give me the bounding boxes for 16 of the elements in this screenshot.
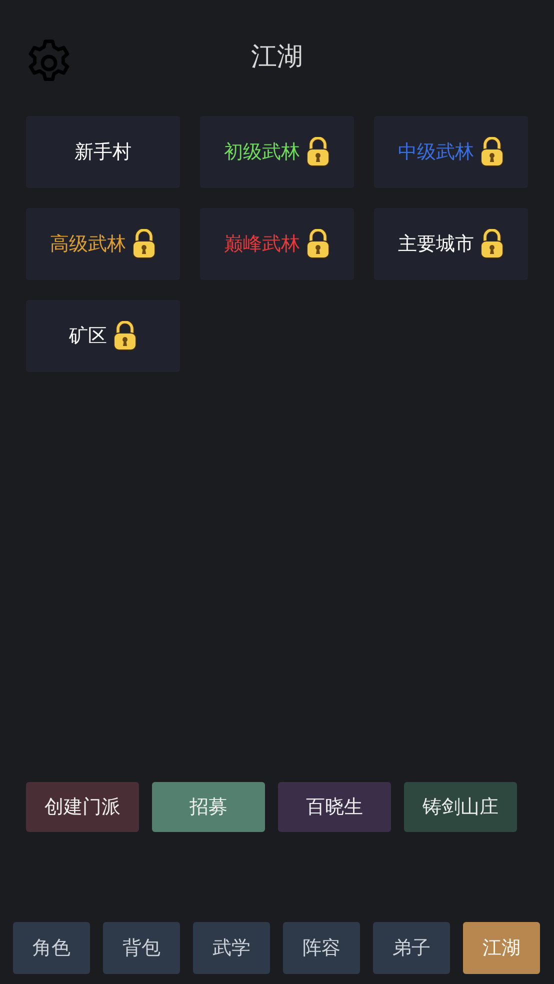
area-tile[interactable]: 初级武林 (200, 116, 354, 188)
action-button[interactable]: 铸剑山庄 (404, 782, 517, 832)
area-tile[interactable]: 矿区 (26, 300, 180, 372)
action-button[interactable]: 创建门派 (26, 782, 139, 832)
nav-tab[interactable]: 弟子 (373, 922, 450, 974)
area-tile[interactable]: 主要城市 (374, 208, 528, 280)
page-title: 江湖 (251, 40, 303, 74)
area-tile[interactable]: 巅峰武林 (200, 208, 354, 280)
action-button[interactable]: 招募 (152, 782, 265, 832)
nav-tab[interactable]: 阵容 (283, 922, 360, 974)
area-tile[interactable]: 新手村 (26, 116, 180, 188)
nav-tab[interactable]: 武学 (193, 922, 270, 974)
action-button[interactable]: 百晓生 (278, 782, 391, 832)
nav-tab[interactable]: 角色 (13, 922, 90, 974)
area-tile[interactable]: 高级武林 (26, 208, 180, 280)
nav-tab[interactable]: 背包 (103, 922, 180, 974)
